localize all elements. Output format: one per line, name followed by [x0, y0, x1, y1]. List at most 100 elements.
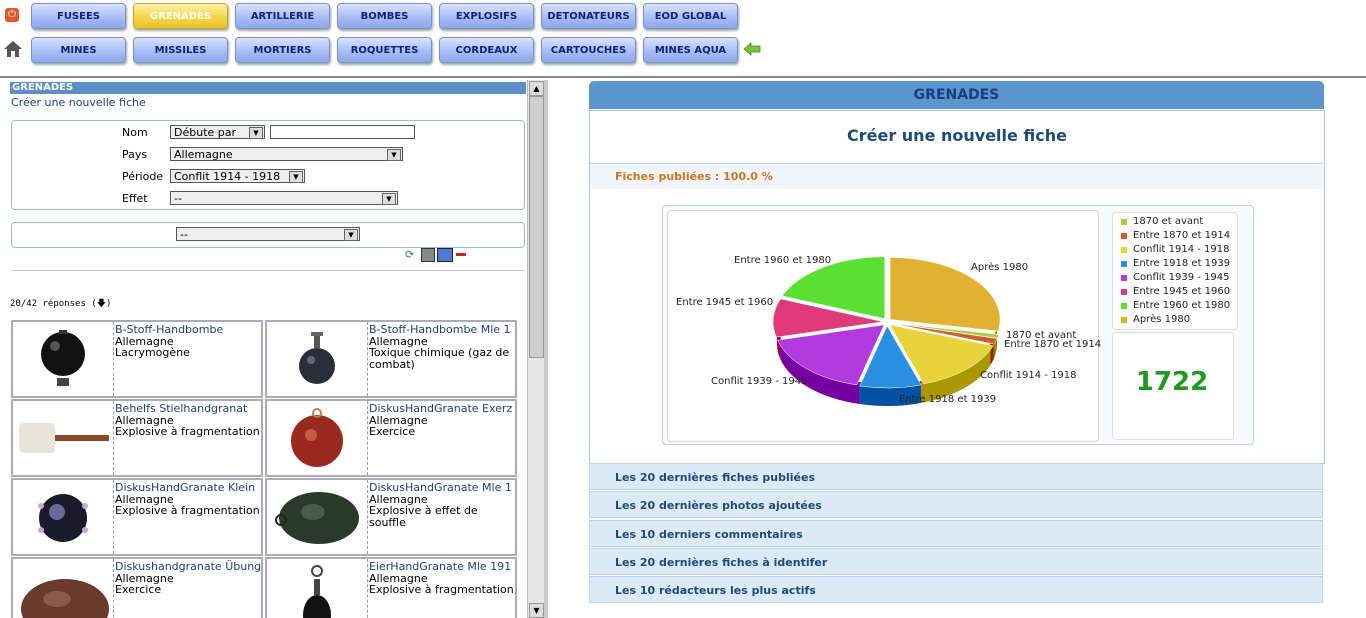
minus-icon[interactable] — [456, 253, 466, 256]
scroll-thumb[interactable] — [529, 96, 544, 358]
effet-label: Effet — [122, 192, 148, 205]
accordion-to-identify[interactable]: Les 20 dernières fiches à identifer — [589, 548, 1323, 575]
divider — [11, 270, 525, 271]
pays-select[interactable]: Allemagne ▼ — [170, 147, 403, 161]
legend-item: Après 1980 — [1121, 314, 1191, 325]
effet-select[interactable]: -- ▼ — [170, 191, 398, 205]
item-effect: Lacrymogène — [115, 346, 190, 359]
accordion-top-editors[interactable]: Les 10 rédacteurs les plus actifs — [589, 576, 1323, 603]
nav-cartouches[interactable]: CARTOUCHES — [541, 37, 636, 63]
legend-swatch — [1121, 289, 1127, 295]
nav-detonateurs[interactable]: DETONATEURS — [541, 3, 636, 29]
nav-artillerie[interactable]: ARTILLERIE — [235, 3, 330, 29]
chevron-down-icon: ▼ — [289, 171, 303, 183]
legend-label: Entre 1918 et 1939 — [1133, 258, 1231, 269]
nom-input[interactable] — [270, 125, 415, 139]
power-icon[interactable]: ⏻ — [5, 8, 19, 22]
nav-mines[interactable]: MINES — [31, 37, 126, 63]
extra-value: -- — [180, 228, 188, 241]
legend-item: Entre 1870 et 1914 — [1121, 230, 1230, 241]
left-pane: GRENADES Créer une nouvelle fiche Nom Dé… — [0, 78, 527, 618]
nav-mortiers[interactable]: MORTIERS — [235, 37, 330, 63]
accordion-latest-comments[interactable]: Les 10 derniers commentaires — [589, 520, 1323, 547]
extra-filter-box: -- ▼ — [11, 222, 525, 248]
item-image — [13, 322, 114, 396]
legend-item: Entre 1945 et 1960 — [1121, 286, 1231, 297]
nav-roquettes[interactable]: ROQUETTES — [337, 37, 432, 63]
item-image — [267, 480, 368, 554]
pie-label: Entre 1918 et 1939 — [899, 394, 997, 405]
legend-swatch — [1121, 303, 1127, 309]
pays-value: Allemagne — [174, 148, 233, 161]
legend-swatch — [1121, 317, 1127, 323]
next-icon[interactable] — [437, 248, 453, 262]
chevron-down-icon: ▼ — [382, 193, 396, 205]
nom-mode-select[interactable]: Débute par ▼ — [170, 125, 265, 139]
legend-swatch — [1121, 247, 1127, 253]
scroll-up-icon[interactable]: ▲ — [529, 81, 544, 96]
results-count: 20/42 réponses (🡇) — [10, 299, 112, 309]
legend-label: Entre 1945 et 1960 — [1133, 286, 1231, 297]
item-effect: Explosive à fragmentation — [115, 425, 260, 438]
item-effect: Explosive à fragmentation — [115, 504, 260, 517]
left-scrollbar[interactable]: ▲ ▼ — [527, 80, 544, 618]
published-percent: Fiches publiées : 100.0 % — [615, 170, 773, 183]
nav-eod-global[interactable]: EOD GLOBAL — [643, 3, 738, 29]
item-effect: Exercice — [369, 425, 416, 438]
result-card[interactable]: B-Stoff-Handbombe Mle 1 Allemagne Toxiqu… — [265, 320, 517, 398]
right-header: GRENADES — [589, 81, 1324, 109]
top-navigation: ⏻ FUSEES GRENADES ARTILLERIE BOMBES EXPL… — [0, 0, 1366, 78]
chevron-down-icon: ▼ — [249, 127, 263, 139]
legend-label: Conflit 1914 - 1918 — [1133, 244, 1230, 255]
legend-label: Conflit 1939 - 1945 — [1133, 272, 1230, 283]
item-image — [13, 480, 114, 554]
periode-label: Période — [122, 170, 164, 183]
result-card[interactable]: DiskusHandGranate Mle 1 Allemagne Explos… — [265, 478, 517, 556]
legend-swatch — [1121, 233, 1127, 239]
result-card[interactable]: DiskusHandGranate Klein Allemagne Explos… — [11, 478, 263, 556]
legend-swatch — [1121, 219, 1127, 225]
nav-missiles[interactable]: MISSILES — [133, 37, 228, 63]
item-image — [267, 559, 368, 618]
legend-item: 1870 et avant — [1121, 216, 1203, 227]
periode-value: Conflit 1914 - 1918 — [174, 170, 281, 183]
pane-divider[interactable] — [544, 80, 548, 618]
nav-grenades[interactable]: GRENADES — [133, 3, 228, 29]
nav-explosifs[interactable]: EXPLOSIFS — [439, 3, 534, 29]
legend-swatch — [1121, 275, 1127, 281]
periode-select[interactable]: Conflit 1914 - 1918 ▼ — [170, 169, 305, 183]
refresh-icon[interactable]: ⟳ — [405, 248, 417, 261]
gif-export-icon[interactable] — [421, 248, 435, 262]
accordion-latest-photos[interactable]: Les 20 dernières photos ajoutées — [589, 491, 1323, 518]
nav-bombes[interactable]: BOMBES — [337, 3, 432, 29]
result-card[interactable]: EierHandGranate Mle 191 Allemagne Explos… — [265, 557, 517, 618]
result-card[interactable]: B-Stoff-Handbombe Allemagne Lacrymogène — [11, 320, 263, 398]
back-arrow-icon[interactable] — [743, 42, 761, 56]
effet-value: -- — [174, 192, 182, 205]
legend-label: Après 1980 — [1133, 314, 1191, 325]
panel-header: GRENADES — [10, 82, 526, 94]
search-form: Nom Débute par ▼ Pays Allemagne ▼ Période … — [11, 120, 525, 210]
item-effect: Exercice — [115, 583, 162, 596]
item-image — [13, 401, 114, 475]
nav-cordeaux[interactable]: CORDEAUX — [439, 37, 534, 63]
result-card[interactable]: DiskusHandGranate Exerz Allemagne Exerci… — [265, 399, 517, 477]
nav-mines-aqua[interactable]: MINES AQUA — [643, 37, 738, 63]
home-icon[interactable] — [3, 40, 23, 58]
create-record-link[interactable]: Créer une nouvelle fiche — [11, 96, 146, 109]
accordion-latest-records[interactable]: Les 20 dernières fiches publiées — [589, 463, 1323, 490]
legend-item: Entre 1918 et 1939 — [1121, 258, 1231, 269]
extra-select[interactable]: -- ▼ — [176, 227, 360, 241]
result-card[interactable]: Behelfs Stielhandgranat Allemagne Explos… — [11, 399, 263, 477]
item-image — [13, 559, 114, 618]
item-image — [267, 322, 368, 396]
item-image — [267, 401, 368, 475]
pie-label: Entre 1870 et 1914 — [1004, 339, 1102, 350]
pie-label: Conflit 1914 - 1918 — [980, 370, 1077, 381]
nom-mode-value: Débute par — [174, 126, 237, 139]
nav-fusees[interactable]: FUSEES — [31, 3, 126, 29]
create-record-title[interactable]: Créer une nouvelle fiche — [589, 126, 1325, 145]
result-card[interactable]: Diskushandgranate Übung Allemagne Exerci… — [11, 557, 263, 618]
scroll-down-icon[interactable]: ▼ — [529, 603, 544, 618]
legend-item: Conflit 1939 - 1945 — [1121, 272, 1230, 283]
